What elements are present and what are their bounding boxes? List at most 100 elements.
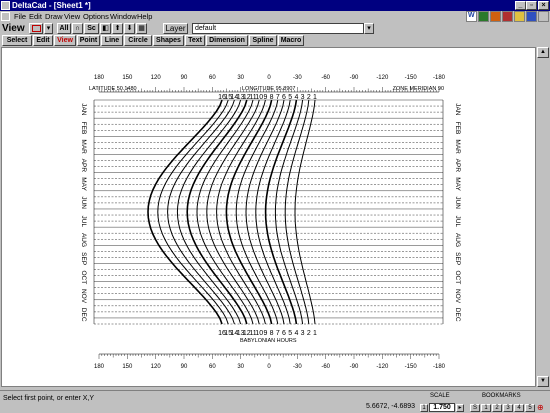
bookmark-4[interactable]: 4 xyxy=(514,404,524,412)
bottom-scale-label: -60 xyxy=(321,364,330,370)
scale-up-button[interactable]: ▸ xyxy=(456,404,464,412)
sundial-drawing: 180 150 120 90 60 30 0 -30 -60 -90 -120 -150 -180180… xyxy=(80,75,461,370)
bottom-scale-label: 150 xyxy=(122,364,133,370)
top-scale-label: -60 xyxy=(321,75,330,81)
bottom-scale-label: 30 xyxy=(237,364,244,370)
app-icon[interactable] xyxy=(1,1,10,10)
tab-text[interactable]: Text xyxy=(185,35,205,46)
month-label-right: NOV xyxy=(454,289,461,304)
close-button[interactable]: × xyxy=(538,1,549,10)
top-scale-label: -150 xyxy=(405,75,418,81)
bottom-scale-label: -30 xyxy=(293,364,302,370)
folder-icon[interactable] xyxy=(514,11,525,22)
menu-bar: File Edit Draw View Options Window Help … xyxy=(0,11,550,22)
month-label-right: AUG xyxy=(454,233,461,247)
coordinate-readout: 5.6672, -4.6893 xyxy=(366,403,416,410)
layer-button[interactable]: Layer xyxy=(163,23,188,34)
month-label-right: JAN xyxy=(454,103,461,116)
tab-line[interactable]: Line xyxy=(101,35,123,46)
month-label-left: OCT xyxy=(80,270,87,284)
month-label-right: APR xyxy=(454,159,461,173)
tab-shapes[interactable]: Shapes xyxy=(153,35,184,46)
longitude-label: LONGITUDE 95.8907 xyxy=(242,86,296,92)
bottom-scale-label: 60 xyxy=(209,364,216,370)
word-icon[interactable]: W xyxy=(466,11,477,22)
bookmark-5[interactable]: 5 xyxy=(525,404,535,412)
arrow-down-button[interactable]: ⬇ xyxy=(124,23,135,34)
tab-edit[interactable]: Edit xyxy=(33,35,53,46)
month-label-right: JUN xyxy=(454,196,461,209)
document-icon[interactable] xyxy=(1,12,10,21)
zoom-dropdown-button[interactable]: ▾ xyxy=(44,23,53,34)
vertical-scrollbar[interactable]: ▲ ▼ xyxy=(537,47,549,387)
tab-select[interactable]: Select xyxy=(2,35,32,46)
month-label-left: AUG xyxy=(80,233,87,247)
menu-window[interactable]: Window xyxy=(110,11,137,22)
window-title: DeltaCad - [Sheet1 *] xyxy=(12,1,91,10)
bookmarks-label: BOOKMARKS xyxy=(482,393,521,399)
hour-label-bottom: 4 xyxy=(294,330,298,337)
close-doc-icon[interactable] xyxy=(538,11,549,22)
tab-dimension[interactable]: Dimension xyxy=(206,35,248,46)
top-scale-label: 90 xyxy=(181,75,188,81)
month-label-right: SEP xyxy=(454,252,461,265)
bottom-scale-label: 0 xyxy=(267,364,271,370)
layer-value: default xyxy=(195,25,217,32)
bookmark-1[interactable]: 1 xyxy=(481,404,491,412)
top-scale-label: 30 xyxy=(237,75,244,81)
bottom-scale-label: -120 xyxy=(376,364,389,370)
menu-options[interactable]: Options xyxy=(83,11,109,22)
tab-spline[interactable]: Spline xyxy=(249,35,277,46)
menu-edit[interactable]: Edit xyxy=(29,11,42,22)
redraw-button[interactable]: ◧ xyxy=(100,23,111,34)
hour-label-top: 8 xyxy=(270,94,274,101)
minimize-button[interactable]: _ xyxy=(515,1,526,10)
scale-button[interactable]: Sc xyxy=(84,23,99,34)
zoom-all-button[interactable]: All xyxy=(57,23,71,34)
hour-curve xyxy=(216,99,266,325)
arrow-up-button[interactable]: ⬆ xyxy=(112,23,123,34)
menu-file[interactable]: File xyxy=(14,11,26,22)
top-scale-label: -90 xyxy=(350,75,359,81)
top-scale-label: 150 xyxy=(122,75,133,81)
menu-view[interactable]: View xyxy=(64,11,80,22)
layer-dropdown-button[interactable]: ▾ xyxy=(364,23,374,34)
hour-curve xyxy=(294,99,316,325)
scale-down-button[interactable]: 1 xyxy=(420,404,428,412)
babylonian-hours-label: BABYLONIAN HOURS xyxy=(240,338,297,344)
grid-button[interactable]: ▦ xyxy=(136,23,147,34)
menu-help[interactable]: Help xyxy=(137,11,152,22)
access-icon[interactable] xyxy=(502,11,513,22)
excel-icon[interactable] xyxy=(478,11,489,22)
explorer-icon[interactable] xyxy=(526,11,537,22)
bottom-scale-label: 90 xyxy=(181,364,188,370)
crosshair-icon: ⊕ xyxy=(537,403,544,412)
hour-curve xyxy=(264,99,298,325)
pan-button[interactable]: ∩ xyxy=(72,23,83,34)
outlook-icon[interactable] xyxy=(490,11,501,22)
tab-view[interactable]: View xyxy=(54,35,76,46)
bookmark-s[interactable]: S xyxy=(470,404,480,412)
bookmark-3[interactable]: 3 xyxy=(503,404,513,412)
tab-macro[interactable]: Macro xyxy=(278,35,304,46)
hour-label-bottom: 5 xyxy=(288,330,292,337)
top-scale-label: 60 xyxy=(209,75,216,81)
window-zoom-button[interactable] xyxy=(29,23,43,34)
zone-meridian-label: ZONE MERIDIAN 90 xyxy=(393,86,444,92)
hour-label-bottom: 2 xyxy=(307,330,311,337)
scroll-down-icon[interactable]: ▼ xyxy=(537,376,549,387)
menu-draw[interactable]: Draw xyxy=(45,11,63,22)
toolbar: View ▾ All ∩ Sc ◧ ⬆ ⬇ ▦ Layer default ▾ xyxy=(0,22,550,35)
hour-label-top: 4 xyxy=(294,94,298,101)
drawing-canvas[interactable]: 180 150 120 90 60 30 0 -30 -60 -90 -120 -150 -180 180… xyxy=(1,47,536,387)
maximize-button[interactable]: ▫ xyxy=(526,1,537,10)
hour-label-top: 10 xyxy=(255,94,263,101)
tab-circle[interactable]: Circle xyxy=(124,35,152,46)
bookmark-2[interactable]: 2 xyxy=(492,404,502,412)
tab-point[interactable]: Point xyxy=(77,35,100,46)
scale-field[interactable]: 1.750 xyxy=(429,403,455,412)
month-label-left: MAR xyxy=(80,139,87,154)
layer-select[interactable]: default xyxy=(192,23,364,34)
month-label-right: JUL xyxy=(454,216,461,228)
scroll-up-icon[interactable]: ▲ xyxy=(537,47,549,58)
